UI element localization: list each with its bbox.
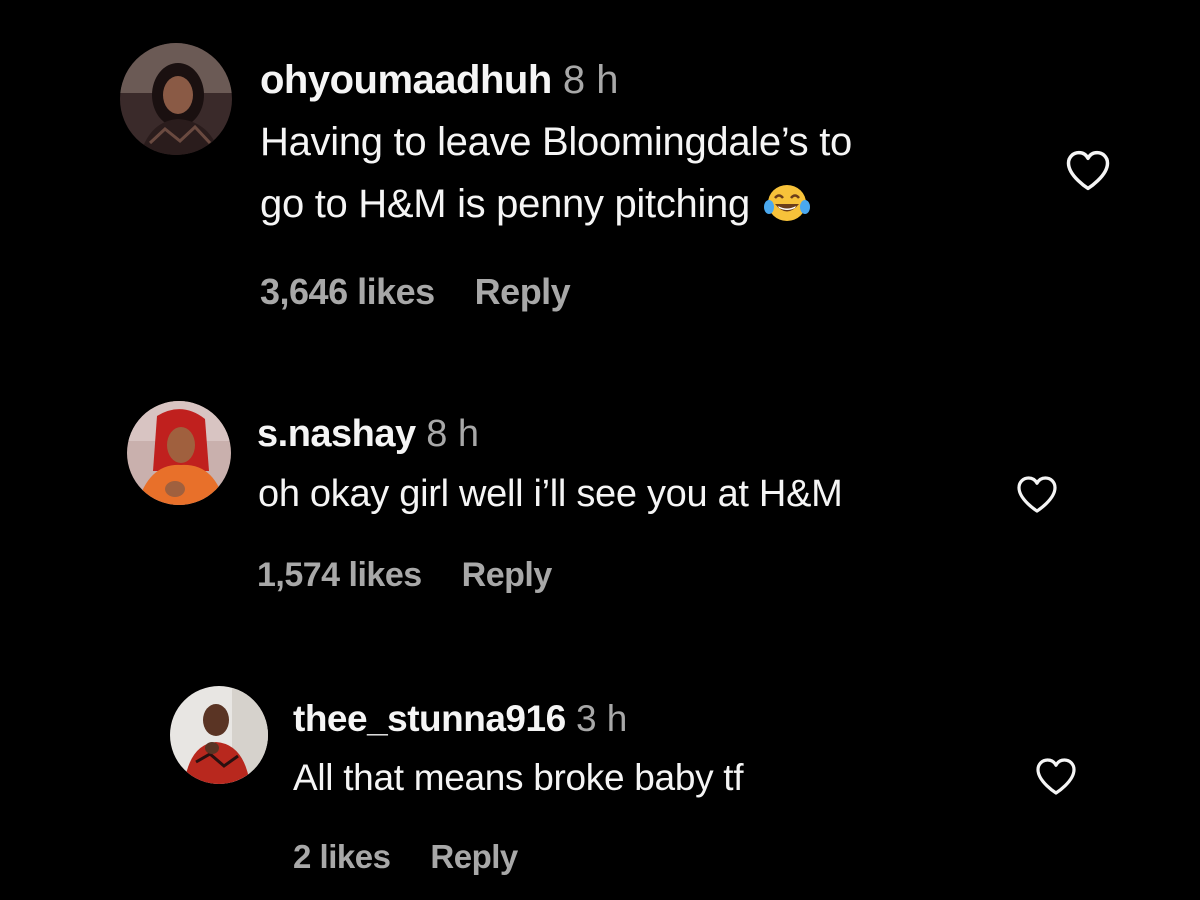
comment-text-line: Having to leave Bloomingdale’s to	[260, 120, 852, 164]
likes-count[interactable]: 1,574 likes	[257, 556, 422, 594]
avatar[interactable]	[127, 401, 231, 505]
reply-button[interactable]: Reply	[430, 838, 518, 875]
reply-button[interactable]: Reply	[462, 556, 553, 594]
comment-text: oh okay girl well i’ll see you at H&M	[258, 473, 843, 515]
heart-icon[interactable]	[1060, 144, 1116, 201]
timestamp: 8 h	[562, 58, 619, 102]
comment-header: ohyoumaadhuh 8 h	[260, 60, 619, 100]
username[interactable]: thee_stunna916	[293, 698, 566, 739]
reply-button[interactable]: Reply	[475, 271, 571, 312]
likes-count[interactable]: 2 likes	[293, 838, 391, 875]
timestamp: 8 h	[426, 413, 480, 455]
comment-actions: 3,646 likes Reply	[260, 271, 571, 313]
face-with-tears-of-joy-icon	[763, 183, 810, 233]
likes-count[interactable]: 3,646 likes	[260, 271, 435, 312]
avatar[interactable]	[120, 43, 232, 155]
avatar[interactable]	[170, 686, 268, 784]
comment-actions: 1,574 likes Reply	[257, 556, 552, 595]
username[interactable]: s.nashay	[257, 413, 416, 455]
comment-actions: 2 likes Reply	[293, 838, 518, 876]
username[interactable]: ohyoumaadhuh	[260, 58, 552, 102]
comment-text-line: go to H&M is penny pitching	[260, 182, 810, 233]
comment-header: s.nashay 8 h	[257, 415, 479, 453]
timestamp: 3 h	[575, 698, 628, 739]
comment-header: thee_stunna916 3 h	[293, 700, 627, 737]
heart-icon[interactable]	[1011, 470, 1063, 523]
comment-text-fragment: go to H&M is penny pitching	[260, 182, 750, 226]
comment-text: All that means broke baby tf	[293, 757, 744, 798]
heart-icon[interactable]	[1030, 752, 1082, 805]
